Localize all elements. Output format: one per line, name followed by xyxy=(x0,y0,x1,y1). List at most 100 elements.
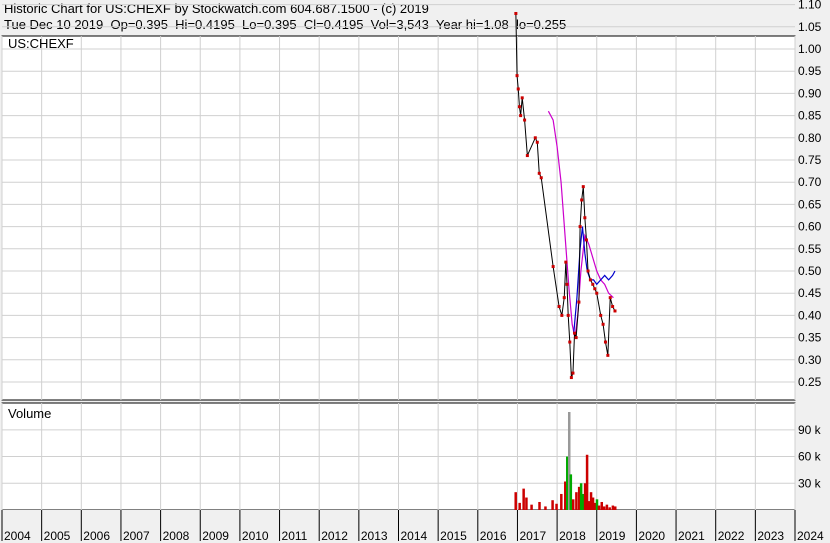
price-y-tick-label: 0.90 xyxy=(798,86,822,100)
price-close-mark xyxy=(537,171,541,175)
price-y-tick-label: 0.30 xyxy=(798,353,822,367)
x-tick-label: 2011 xyxy=(282,529,308,543)
price-y-tick-label: 1.05 xyxy=(798,20,822,34)
x-tick-label: 2023 xyxy=(757,529,784,543)
price-y-tick-label: 1.10 xyxy=(798,0,822,12)
volume-bar xyxy=(608,507,611,510)
price-close-mark xyxy=(516,87,520,91)
x-tick-label: 2015 xyxy=(440,529,467,543)
price-close-mark xyxy=(535,140,539,144)
price-close-mark xyxy=(539,176,543,180)
price-close-mark xyxy=(611,305,615,309)
price-close-mark xyxy=(514,11,518,15)
x-tick-label: 2019 xyxy=(599,529,626,543)
x-tick-label: 2020 xyxy=(638,529,665,543)
price-y-tick-label: 0.75 xyxy=(798,153,822,167)
x-tick-label: 2013 xyxy=(361,529,388,543)
price-close-mark xyxy=(613,309,617,313)
price-close-mark xyxy=(608,296,612,300)
price-close-mark xyxy=(580,198,584,202)
volume-bar xyxy=(611,505,615,510)
x-tick-label: 2017 xyxy=(519,529,546,543)
price-close-mark xyxy=(568,340,572,344)
price-y-tick-label: 0.60 xyxy=(798,220,822,234)
volume-bar xyxy=(575,492,578,510)
x-tick-label: 2008 xyxy=(163,529,190,543)
volume-bar xyxy=(597,505,601,510)
price-close-mark xyxy=(577,300,581,304)
volume-bar xyxy=(569,474,573,510)
x-tick-label: 2021 xyxy=(678,529,705,543)
volume-bar xyxy=(560,493,563,510)
price-y-tick-label: 0.55 xyxy=(798,242,822,256)
price-y-tick-label: 0.65 xyxy=(798,197,822,211)
price-close-mark xyxy=(599,313,603,317)
price-y-tick-label: 0.95 xyxy=(798,64,822,78)
x-tick-label: 2016 xyxy=(480,529,507,543)
price-y-tick-label: 1.00 xyxy=(798,42,822,56)
x-tick-label: 2004 xyxy=(4,529,31,543)
volume-bar xyxy=(522,488,525,510)
price-close-mark xyxy=(564,260,568,264)
price-close-mark xyxy=(606,353,610,357)
price-close-mark xyxy=(595,291,599,295)
price-close-mark xyxy=(560,313,564,317)
volume-y-tick-label: 90 k xyxy=(798,423,822,437)
volume-bar xyxy=(555,503,558,510)
volume-bar xyxy=(530,504,533,510)
price-close-mark xyxy=(578,225,582,229)
price-close-mark xyxy=(591,282,595,286)
volume-bar xyxy=(518,502,521,510)
volume-bar xyxy=(538,501,541,510)
x-tick-label: 2006 xyxy=(83,529,110,543)
price-close-mark xyxy=(533,136,537,140)
volume-bar xyxy=(600,501,604,510)
price-close-mark xyxy=(565,282,569,286)
x-tick-label: 2007 xyxy=(123,529,150,543)
price-close-mark xyxy=(586,269,590,273)
price-y-tick-label: 0.40 xyxy=(798,308,822,322)
price-close-mark xyxy=(571,371,575,375)
price-close-mark xyxy=(562,296,566,300)
price-close-mark xyxy=(603,340,607,344)
price-close-mark xyxy=(517,105,521,109)
price-close-mark xyxy=(557,305,561,309)
volume-chart-title: Volume xyxy=(8,406,51,421)
x-tick-label: 2012 xyxy=(321,529,348,543)
price-close-mark xyxy=(520,96,524,100)
price-y-tick-label: 0.80 xyxy=(798,131,822,145)
price-close-mark xyxy=(566,313,570,317)
x-tick-label: 2018 xyxy=(559,529,586,543)
price-y-tick-label: 0.85 xyxy=(798,109,822,123)
price-y-tick-label: 0.50 xyxy=(798,264,822,278)
price-close-mark xyxy=(569,376,573,380)
price-y-tick-label: 0.35 xyxy=(798,331,822,345)
volume-bar xyxy=(544,506,547,510)
price-close-mark xyxy=(525,154,529,158)
price-y-tick-label: 0.70 xyxy=(798,175,822,189)
x-tick-label: 2024 xyxy=(797,529,824,543)
price-close-mark xyxy=(551,265,555,269)
x-tick-label: 2014 xyxy=(401,529,428,543)
price-close-mark xyxy=(581,185,585,189)
volume-bar xyxy=(571,499,575,510)
volume-bar xyxy=(605,504,609,510)
price-close-mark xyxy=(593,287,597,291)
price-close-mark xyxy=(523,118,527,122)
volume-y-tick-label: 60 k xyxy=(798,450,822,464)
price-close-mark xyxy=(515,74,519,78)
price-close-mark xyxy=(573,331,577,335)
volume-bar xyxy=(514,492,517,510)
price-y-tick-label: 0.45 xyxy=(798,286,822,300)
price-close-mark xyxy=(519,114,523,118)
stock-chart: 1.151.101.051.000.950.900.850.800.750.70… xyxy=(1,0,824,543)
x-tick-label: 2009 xyxy=(202,529,229,543)
price-close-mark xyxy=(574,336,578,340)
volume-bar xyxy=(525,497,528,510)
x-tick-label: 2005 xyxy=(44,529,71,543)
volume-bar xyxy=(551,500,554,510)
price-close-mark xyxy=(588,278,592,282)
x-tick-label: 2010 xyxy=(242,529,269,543)
price-chart-title: US:CHEXF xyxy=(8,36,74,51)
volume-bar xyxy=(602,506,606,510)
